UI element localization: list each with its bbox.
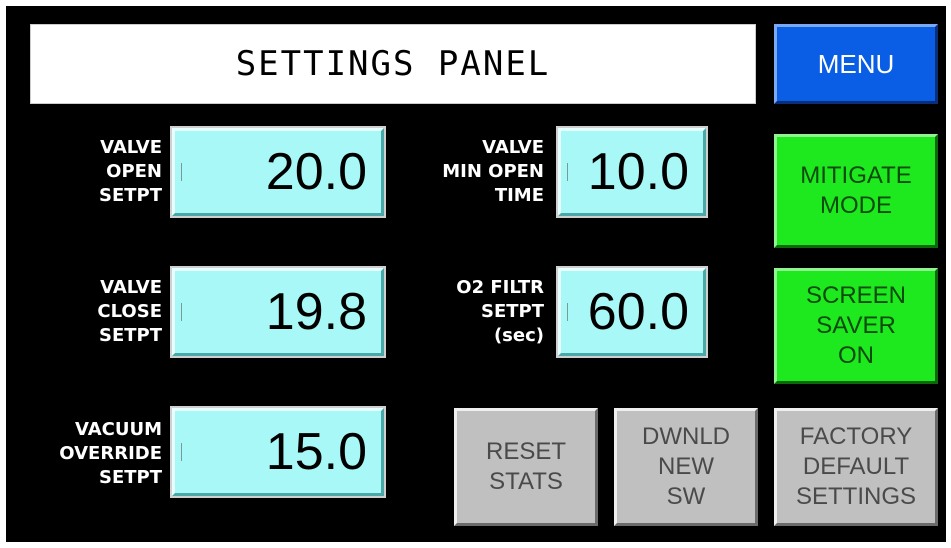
vacuum-override-setpoint-label: VACUUM OVERRIDE SETPT — [12, 406, 162, 502]
input-tick-mark — [567, 163, 568, 181]
menu-button[interactable]: MENU — [774, 24, 938, 104]
o2-filter-setpoint-input[interactable]: 60.0 — [556, 266, 708, 358]
input-tick-mark — [181, 303, 182, 321]
factory-default-settings-button[interactable]: FACTORY DEFAULT SETTINGS — [774, 408, 938, 526]
label-line: OPEN — [106, 161, 162, 182]
o2-filter-setpoint-label: O2 FILTR SETPT (sec) — [404, 264, 544, 360]
valve-min-open-time-label: VALVE MIN OPEN TIME — [404, 124, 544, 220]
menu-button-label: MENU — [817, 49, 895, 79]
label-line: VALVE — [482, 137, 544, 158]
label-line: SETPT — [98, 467, 162, 488]
valve-open-setpoint-input[interactable]: 20.0 — [170, 126, 386, 218]
button-label-line: SW — [666, 483, 706, 510]
valve-open-setpoint-value: 20.0 — [265, 143, 367, 201]
hmi-screen: SETTINGS PANEL MENU VALVE OPEN SETPT 20.… — [6, 6, 946, 542]
vacuum-override-setpoint-value: 15.0 — [265, 423, 367, 481]
label-line: SETPT — [98, 185, 162, 206]
label-line: VALVE — [100, 137, 162, 158]
valve-close-setpoint-input[interactable]: 19.8 — [170, 266, 386, 358]
valve-open-setpoint-label: VALVE OPEN SETPT — [26, 124, 162, 220]
valve-close-setpoint-label: VALVE CLOSE SETPT — [26, 264, 162, 360]
label-line: O2 FILTR — [456, 277, 544, 298]
button-label-line: MODE — [820, 192, 892, 219]
label-line: OVERRIDE — [59, 443, 162, 464]
label-line: VACUUM — [75, 419, 162, 440]
page-title: SETTINGS PANEL — [30, 24, 756, 104]
label-line: SETPT — [480, 301, 544, 322]
button-label-line: SETTINGS — [795, 483, 916, 510]
button-label-line: RESET — [485, 438, 566, 465]
screen-saver-toggle-button[interactable]: SCREEN SAVER ON — [774, 268, 938, 384]
valve-min-open-time-value: 10.0 — [587, 143, 689, 201]
reset-stats-button[interactable]: RESET STATS — [454, 408, 598, 526]
button-label-line: SAVER — [816, 312, 896, 339]
input-tick-mark — [181, 443, 182, 461]
button-label-line: SCREEN — [805, 282, 907, 309]
label-line: VALVE — [100, 277, 162, 298]
label-line: CLOSE — [97, 301, 162, 322]
label-line: (sec) — [493, 325, 544, 346]
mitigate-mode-button[interactable]: MITIGATE MODE — [774, 134, 938, 248]
button-label-line: STATS — [489, 468, 563, 495]
download-new-software-button[interactable]: DWNLD NEW SW — [614, 408, 758, 526]
button-label-line: ON — [838, 342, 874, 369]
button-label-line: DEFAULT — [802, 453, 910, 480]
vacuum-override-setpoint-input[interactable]: 15.0 — [170, 406, 386, 498]
o2-filter-setpoint-value: 60.0 — [587, 283, 689, 341]
valve-close-setpoint-value: 19.8 — [265, 283, 367, 341]
label-line: TIME — [494, 185, 544, 206]
valve-min-open-time-input[interactable]: 10.0 — [556, 126, 708, 218]
button-label-line: MITIGATE — [800, 162, 912, 189]
button-label-line: FACTORY — [799, 423, 913, 450]
button-label-line: NEW — [658, 453, 714, 480]
button-label-line: DWNLD — [642, 423, 730, 450]
label-line: MIN OPEN — [442, 161, 544, 182]
input-tick-mark — [567, 303, 568, 321]
input-tick-mark — [181, 163, 182, 181]
label-line: SETPT — [98, 325, 162, 346]
